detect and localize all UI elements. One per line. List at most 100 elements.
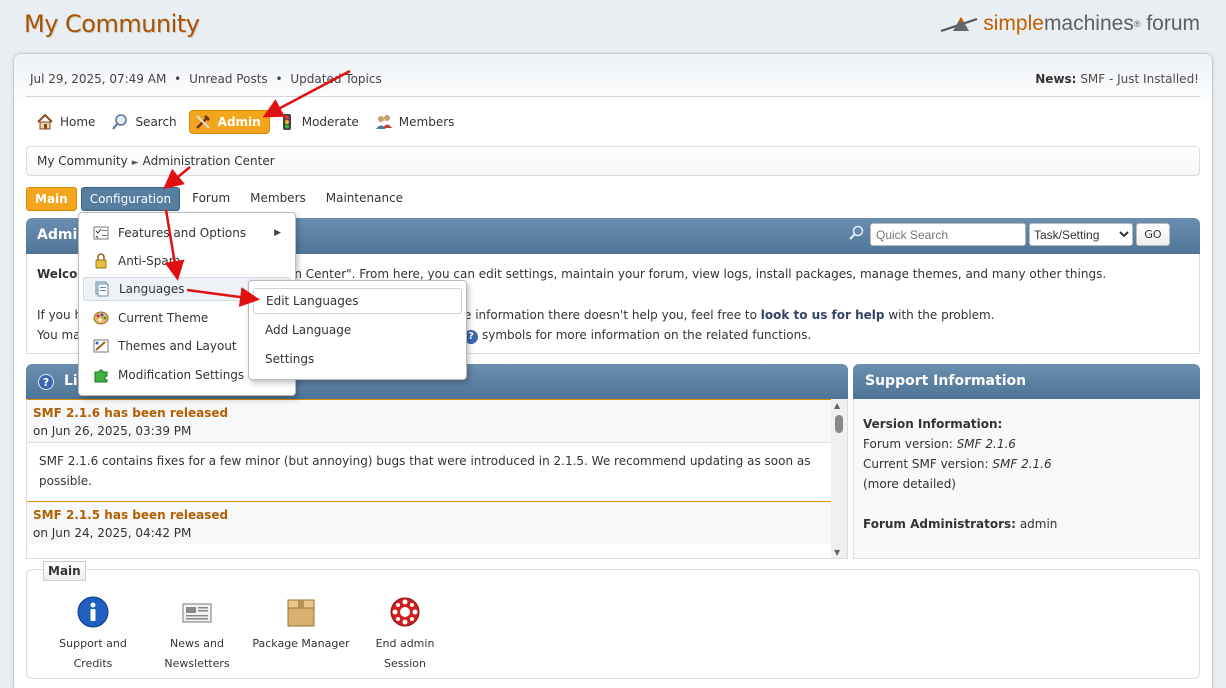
menu-search-label: Search — [135, 115, 177, 129]
bullet-separator: • — [174, 72, 182, 86]
tab-members[interactable]: Members — [242, 187, 314, 211]
main-menu: Home Search Admin Moderate Members — [32, 110, 462, 134]
package-icon — [285, 596, 317, 628]
breadcrumb-admin-center[interactable]: Administration Center — [143, 154, 275, 168]
members-icon — [375, 113, 393, 131]
news-newsletters-label-1: News and — [170, 637, 224, 650]
lock-icon — [93, 253, 109, 269]
support-info-panel: Version Information: Forum version: SMF … — [853, 399, 1200, 559]
support-info-header: Support Information — [853, 364, 1200, 399]
news-item: SMF 2.1.6 has been released on Jun 26, 2… — [27, 399, 832, 499]
info-icon — [77, 596, 109, 628]
help-icon[interactable]: ? — [38, 374, 54, 390]
welcome-text: on Center". From here, you can edit sett… — [287, 267, 1107, 281]
submenu-item-settings[interactable]: Settings — [253, 346, 462, 372]
tab-forum[interactable]: Forum — [184, 187, 238, 211]
admin-tabs: Main Configuration Forum Members Mainten… — [26, 187, 411, 211]
news-scrollbar[interactable]: ▲ ▼ — [831, 399, 847, 558]
logo-mark-icon — [939, 13, 979, 35]
tab-main[interactable]: Main — [26, 187, 77, 211]
breadcrumb-home[interactable]: My Community — [37, 154, 128, 168]
menu-item-features-options[interactable]: Features and Options ▶ — [83, 221, 291, 245]
info-text-rest: symbols for more information on the rela… — [482, 328, 812, 342]
help-text-pre: e information there doesn't help you, fe… — [464, 308, 761, 322]
forum-admin-link[interactable]: admin — [1020, 517, 1058, 531]
live-news-panel: SMF 2.1.6 has been released on Jun 26, 2… — [26, 399, 848, 559]
submenu-arrow-icon: ▶ — [274, 228, 281, 238]
main-section: Main Support and Credits News and Newsle… — [26, 561, 1200, 679]
home-icon — [36, 113, 54, 131]
scroll-down-icon[interactable]: ▼ — [834, 548, 840, 557]
menu-admin[interactable]: Admin — [188, 110, 270, 134]
end-admin-session-item[interactable]: End admin Session — [355, 596, 455, 674]
submenu-item-edit-languages[interactable]: Edit Languages — [253, 288, 462, 314]
menu-item-anti-spam[interactable]: Anti-Spam — [83, 249, 291, 273]
package-manager-item[interactable]: Package Manager — [251, 596, 351, 654]
news-newsletters-item[interactable]: News and Newsletters — [147, 596, 247, 674]
menu-members-label: Members — [398, 115, 455, 129]
menu-members[interactable]: Members — [371, 110, 463, 134]
themes-layout-label: Themes and Layout — [118, 339, 237, 353]
info-text: ? symbols for more information on the rel… — [464, 328, 811, 344]
news-ticker: News: SMF - Just Installed! — [1035, 72, 1199, 86]
logo-text-forum: forum — [1146, 12, 1200, 35]
forum-version-value: SMF 2.1.6 — [956, 437, 1016, 451]
smf-logo[interactable]: simple machines ® forum — [939, 12, 1200, 36]
search-icon — [847, 224, 867, 246]
go-button[interactable]: GO — [1136, 223, 1170, 246]
palette-icon — [93, 310, 109, 326]
live-news-title: Li — [64, 373, 78, 389]
quick-search-input[interactable] — [870, 223, 1026, 246]
breadcrumb-separator: ► — [131, 158, 139, 168]
menu-search[interactable]: Search — [107, 110, 184, 134]
puzzle-icon — [93, 367, 109, 383]
support-credits-item[interactable]: Support and Credits — [43, 596, 143, 674]
news-item-title[interactable]: SMF 2.1.6 has been released — [33, 406, 826, 420]
unread-posts-link[interactable]: Unread Posts — [189, 72, 268, 86]
languages-icon — [94, 281, 110, 297]
forum-admins-label: Forum Administrators: — [863, 517, 1016, 531]
news-newsletters-label-2: Newsletters — [164, 657, 230, 670]
tab-configuration[interactable]: Configuration — [80, 187, 181, 211]
updated-topics-link[interactable]: Updated Topics — [290, 72, 381, 86]
admin-center-title: Admi — [37, 227, 78, 243]
languages-label: Languages — [119, 282, 185, 296]
languages-submenu: Edit Languages Add Language Settings — [248, 280, 467, 380]
scrollbar-thumb[interactable] — [835, 415, 843, 433]
themes-icon — [93, 338, 109, 354]
bullet-separator: • — [275, 72, 283, 86]
logo-text-machines: machines — [1043, 12, 1134, 35]
news-item-title[interactable]: SMF 2.1.5 has been released — [33, 508, 826, 522]
look-for-help-link[interactable]: look to us for help — [761, 308, 885, 322]
lifebuoy-icon — [389, 596, 421, 628]
upper-section: Jul 29, 2025, 07:49 AM • Unread Posts • … — [14, 54, 1212, 98]
site-title[interactable]: My Community — [24, 10, 200, 38]
support-credits-label-2: Credits — [73, 657, 113, 670]
support-info-title: Support Information — [865, 373, 1027, 389]
forum-version-label: Forum version: — [863, 437, 953, 451]
help-text-start: If you h — [37, 308, 83, 322]
logo-text-simple: simple — [983, 12, 1044, 35]
info-text-start: You ma — [37, 328, 81, 342]
current-version-label: Current SMF version: — [863, 457, 989, 471]
breadcrumb: My Community ► Administration Center — [26, 146, 1200, 176]
help-text-post: with the problem. — [884, 308, 995, 322]
modification-settings-label: Modification Settings — [118, 368, 245, 382]
more-detailed-link[interactable]: (more detailed) — [863, 477, 956, 491]
tab-maintenance[interactable]: Maintenance — [318, 187, 411, 211]
task-setting-select[interactable]: Task/Setting — [1029, 223, 1133, 246]
submenu-item-add-language[interactable]: Add Language — [253, 317, 462, 343]
current-datetime: Jul 29, 2025, 07:49 AM — [30, 72, 167, 86]
support-credits-label-1: Support and — [59, 637, 127, 650]
news-item-date: on Jun 26, 2025, 03:39 PM — [33, 424, 192, 438]
checklist-icon — [93, 225, 109, 241]
news-item-date: on Jun 24, 2025, 04:42 PM — [33, 526, 192, 540]
scroll-up-icon[interactable]: ▲ — [834, 401, 840, 410]
news-text: SMF - Just Installed! — [1080, 72, 1199, 86]
menu-admin-label: Admin — [217, 115, 261, 129]
menu-moderate[interactable]: Moderate — [274, 110, 367, 134]
divider — [26, 96, 1200, 97]
menu-home[interactable]: Home — [32, 110, 103, 134]
quick-search-form: Task/Setting GO — [847, 223, 1170, 246]
main-section-label: Main — [43, 561, 86, 581]
